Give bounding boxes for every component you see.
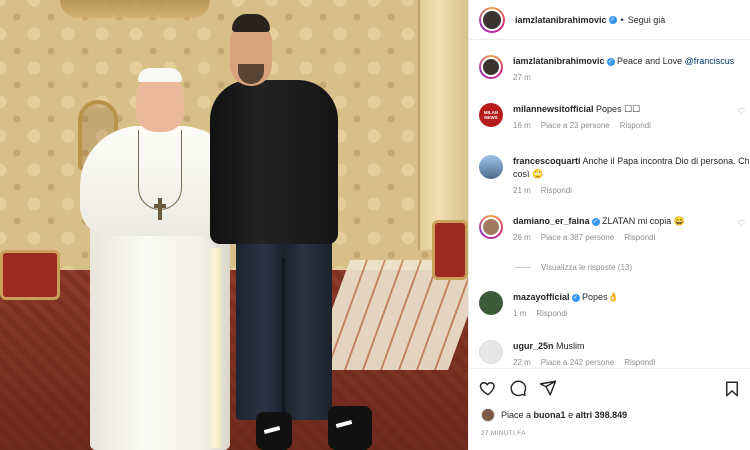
comment-text: Anche il Papa incontra Dio di persona. C…	[582, 156, 749, 166]
comment-icon[interactable]	[509, 379, 527, 399]
caption-text: Peace and Love	[617, 56, 683, 66]
view-replies-label: Visualizza le risposte (13)	[541, 263, 633, 272]
comments-list[interactable]: iamzlatanibrahimovic ✓ Peace and Love @fr…	[469, 41, 750, 367]
comment-item: ugur_25n Muslim 22 m Piace a 242 persone…	[479, 340, 750, 367]
comment-item: francescoquarti Anche il Papa incontra D…	[479, 155, 750, 195]
caption: iamzlatanibrahimovic ✓ Peace and Love @fr…	[479, 55, 750, 82]
post-action-bar	[469, 368, 750, 408]
comment-avatar[interactable]	[479, 291, 503, 315]
comment-item: mazayofficial ✓ Popes👌 1 m Rispondi	[479, 291, 750, 318]
photo-ornament	[60, 0, 210, 18]
bookmark-icon[interactable]	[723, 380, 741, 400]
comment-username[interactable]: francescoquarti	[513, 156, 581, 166]
view-replies-button[interactable]: Visualizza le risposte (13)	[515, 263, 632, 272]
post-sidebar: iamzlatanibrahimovic ✓ • Segui già iamzl…	[468, 0, 750, 450]
comment-text: Muslim	[556, 341, 585, 351]
comment-time: 26 m	[513, 233, 531, 242]
comment-item: damiano_er_faina ✓ ZLATAN mi copia 😄 26 m…	[479, 215, 750, 242]
comment-likes-link[interactable]: Piace a 242 persone	[541, 358, 614, 367]
verified-badge-icon: ✓	[591, 217, 600, 226]
comment-reply-button[interactable]: Rispondi	[620, 121, 651, 130]
comment-avatar[interactable]: MILAN NEWS	[479, 103, 503, 127]
comment-like-heart-icon[interactable]: ♡	[738, 107, 745, 116]
liker-username[interactable]: buona1	[534, 410, 566, 420]
comment-username[interactable]: damiano_er_faina	[513, 216, 590, 226]
caption-mention-link[interactable]: @franciscus	[685, 56, 735, 66]
comment-username[interactable]: ugur_25n	[513, 341, 554, 351]
photo-chair-left	[0, 250, 60, 300]
likes-summary: Piace a buona1 e altri 398.849	[481, 408, 627, 422]
comment-time: 16 m	[513, 121, 531, 130]
comment-reply-button[interactable]: Rispondi	[541, 186, 572, 195]
verified-badge-icon: ✓	[571, 293, 580, 302]
replies-divider	[515, 267, 531, 268]
comment-avatar[interactable]	[479, 215, 503, 239]
comment-time: 22 m	[513, 358, 531, 367]
post-header: iamzlatanibrahimovic ✓ • Segui già	[469, 0, 750, 40]
comment-text: ZLATAN mi copia 😄	[602, 216, 685, 226]
likes-prefix: Piace a	[501, 410, 532, 420]
following-button[interactable]: Segui già	[628, 15, 666, 25]
comment-reply-button[interactable]: Rispondi	[624, 358, 655, 367]
comment-likes-link[interactable]: Piace a 23 persone	[541, 121, 610, 130]
comment-item: MILAN NEWS milannewsitofficial Popes ☐☐ …	[479, 103, 750, 130]
caption-username[interactable]: iamzlatanibrahimovic	[513, 56, 605, 66]
caption-avatar[interactable]	[479, 55, 503, 79]
likes-count-link[interactable]: altri 398.849	[576, 410, 628, 420]
comment-avatar[interactable]	[479, 155, 503, 179]
verified-badge-icon: ✓	[606, 57, 615, 66]
comment-reply-button[interactable]: Rispondi	[624, 233, 655, 242]
comment-text-continued: così 🙄	[513, 169, 544, 179]
caption-time: 27 m	[513, 73, 531, 82]
author-username[interactable]: iamzlatanibrahimovic	[515, 15, 607, 25]
post-timestamp[interactable]: 27 MINUTI FA	[481, 430, 526, 437]
comment-likes-link[interactable]: Piace a 387 persone	[541, 233, 614, 242]
verified-badge-icon: ✓	[608, 15, 617, 24]
liker-avatar[interactable]	[481, 408, 495, 422]
heart-icon[interactable]	[479, 379, 497, 399]
comment-username[interactable]: milannewsitofficial	[513, 104, 594, 114]
comment-time: 1 m	[513, 309, 527, 318]
share-icon[interactable]	[539, 379, 557, 399]
likes-middle: e	[568, 410, 574, 420]
photo-chair-right	[432, 220, 468, 280]
comment-avatar[interactable]	[479, 340, 503, 364]
photo-person-zlatan	[210, 14, 372, 450]
post-photo[interactable]	[0, 0, 468, 450]
comment-username[interactable]: mazayofficial	[513, 292, 570, 302]
comment-like-heart-icon[interactable]: ♡	[738, 219, 745, 228]
comment-text: Popes ☐☐	[596, 104, 641, 114]
pectoral-cross-icon	[154, 198, 166, 220]
comment-time: 21 m	[513, 186, 531, 195]
photo-doorframe	[418, 0, 468, 250]
comment-text: Popes👌	[582, 292, 619, 302]
header-separator: •	[620, 14, 624, 25]
comment-reply-button[interactable]: Rispondi	[536, 309, 567, 318]
author-avatar[interactable]	[479, 6, 505, 33]
